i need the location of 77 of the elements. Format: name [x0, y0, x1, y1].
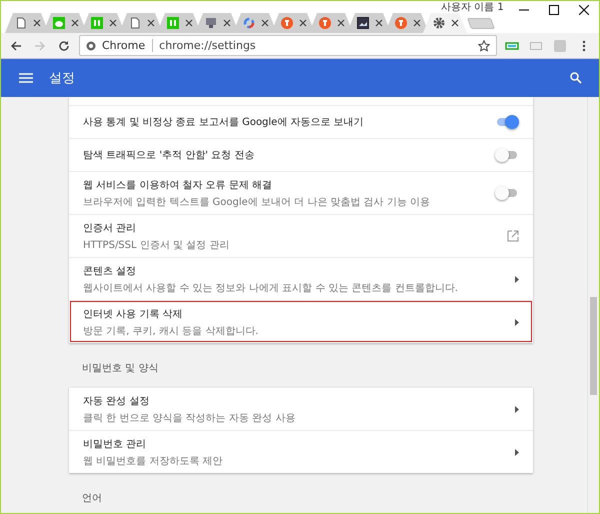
more-icon	[582, 40, 586, 52]
tile-icon	[91, 17, 103, 29]
close-icon	[299, 19, 307, 27]
setting-row[interactable]: 비밀번호 관리 웹 비밀번호를 저장하도록 제안	[69, 430, 533, 473]
tile-icon	[167, 17, 179, 29]
close-icon	[71, 19, 79, 27]
profile-name[interactable]: 사용자 이름 1	[441, 2, 504, 13]
toggle-switch[interactable]	[495, 148, 519, 162]
close-icon	[109, 19, 117, 27]
forward-arrow-icon	[34, 40, 46, 52]
setting-title: 인터넷 사용 기록 삭제	[83, 308, 184, 320]
page-icon	[15, 17, 27, 29]
close-icon	[185, 19, 193, 27]
monitor-icon	[205, 17, 217, 29]
section-heading: 비밀번호 및 양식	[81, 362, 160, 376]
setting-title: 웹 서비스를 이용하여 철자 오류 문제 해결	[83, 178, 274, 192]
caret-icon	[514, 448, 519, 456]
caret-icon	[514, 318, 519, 326]
circle-icon	[395, 17, 407, 29]
chrome-logo-icon	[86, 40, 96, 50]
close-icon	[337, 19, 345, 27]
setting-row[interactable]: 인증서 관리 HTTPS/SSL 인증서 및 설정 관리	[69, 214, 533, 257]
close-icon	[375, 19, 383, 27]
setting-title: 탐색 트래픽으로 '추적 안함' 요청 전송	[83, 149, 256, 162]
close-icon	[451, 19, 459, 27]
setting-row[interactable]: 사용 통계 및 비정상 종료 보고서를 Google에 자동으로 보내기	[69, 105, 533, 138]
close-icon	[223, 19, 231, 27]
close-icon	[147, 19, 155, 27]
back-arrow-icon	[10, 40, 22, 52]
site-label: Chrome	[102, 39, 154, 52]
setting-title: 자동 완성 설정	[83, 394, 150, 408]
search-icon	[570, 72, 582, 84]
close-icon	[261, 19, 269, 27]
close-icon	[33, 19, 41, 27]
new-tab-button[interactable]	[467, 18, 495, 29]
url-text: chrome://settings	[159, 39, 257, 52]
setting-description: 클릭 한 번으로 양식을 작성하는 자동 완성 사용	[83, 412, 296, 424]
ring-icon	[243, 17, 255, 29]
battery-icon	[505, 40, 519, 50]
setting-description: 웹사이트에서 사용할 수 있는 정보와 나에게 표시할 수 있는 콘텐츠를 컨트롤합니다.	[83, 282, 459, 294]
setting-title: 인증서 관리	[83, 222, 138, 234]
highlighted-setting-row[interactable]: 인터넷 사용 기록 삭제 방문 기록, 쿠키, 캐시 등을 삭제합니다.	[69, 300, 533, 343]
browser-tab[interactable]	[423, 13, 467, 33]
caret-icon	[514, 276, 519, 282]
menu-icon	[19, 72, 33, 84]
setting-row[interactable]: 탐색 트래픽으로 '추적 안함' 요청 전송	[69, 138, 533, 171]
setting-row[interactable]: 자동 완성 설정 클릭 한 번으로 양식을 작성하는 자동 완성 사용	[69, 387, 533, 430]
setting-title: 콘텐츠 설정	[83, 264, 138, 278]
gear-icon	[433, 17, 445, 29]
tile-icon	[554, 40, 566, 52]
setting-title: 사용 통계 및 비정상 종료 보고서를 Google에 자동으로 보내기	[83, 116, 365, 129]
setting-title: 비밀번호 관리	[83, 438, 148, 450]
address-bar[interactable]: Chrome chrome://settings	[79, 35, 497, 56]
image-icon	[357, 17, 369, 29]
setting-row[interactable]: 콘텐츠 설정 웹사이트에서 사용할 수 있는 정보와 나에게 표시할 수 있는 콘텐츠를 컨트롤합니다.	[69, 257, 533, 300]
page-title: 설정	[49, 70, 76, 87]
setting-description: HTTPS/SSL 인증서 및 설정 관리	[83, 238, 230, 252]
close-icon	[579, 5, 589, 15]
scrollbar[interactable]	[587, 97, 599, 513]
page-icon	[129, 17, 141, 29]
setting-description: 방문 기록, 쿠키, 캐시 등을 삭제합니다.	[83, 324, 260, 338]
circle-icon	[281, 17, 293, 29]
window-icon	[530, 40, 542, 50]
setting-description: 웹 비밀번호를 저장하도록 제안	[83, 454, 224, 468]
section-heading: 언어	[81, 492, 103, 506]
caret-icon	[514, 406, 519, 412]
star-icon	[478, 40, 490, 52]
toggle-switch[interactable]	[495, 186, 519, 200]
circle-icon	[319, 17, 331, 29]
setting-description: 브라우저에 입력한 텍스트를 Google에 보내어 더 나은 맞춤법 검사 기능 이용	[83, 196, 432, 208]
toggle-switch[interactable]	[495, 115, 519, 129]
external-link-icon	[507, 230, 519, 242]
reload-icon	[58, 40, 70, 52]
close-icon	[413, 19, 421, 27]
maximize-icon	[549, 5, 559, 15]
setting-row[interactable]: 웹 서비스를 이용하여 철자 오류 문제 해결 브라우저에 입력한 텍스트를 Google에 보내어 더 나은 맞춤법 검사 기능 이용	[69, 171, 533, 214]
scrollbar-thumb[interactable]	[590, 297, 597, 395]
